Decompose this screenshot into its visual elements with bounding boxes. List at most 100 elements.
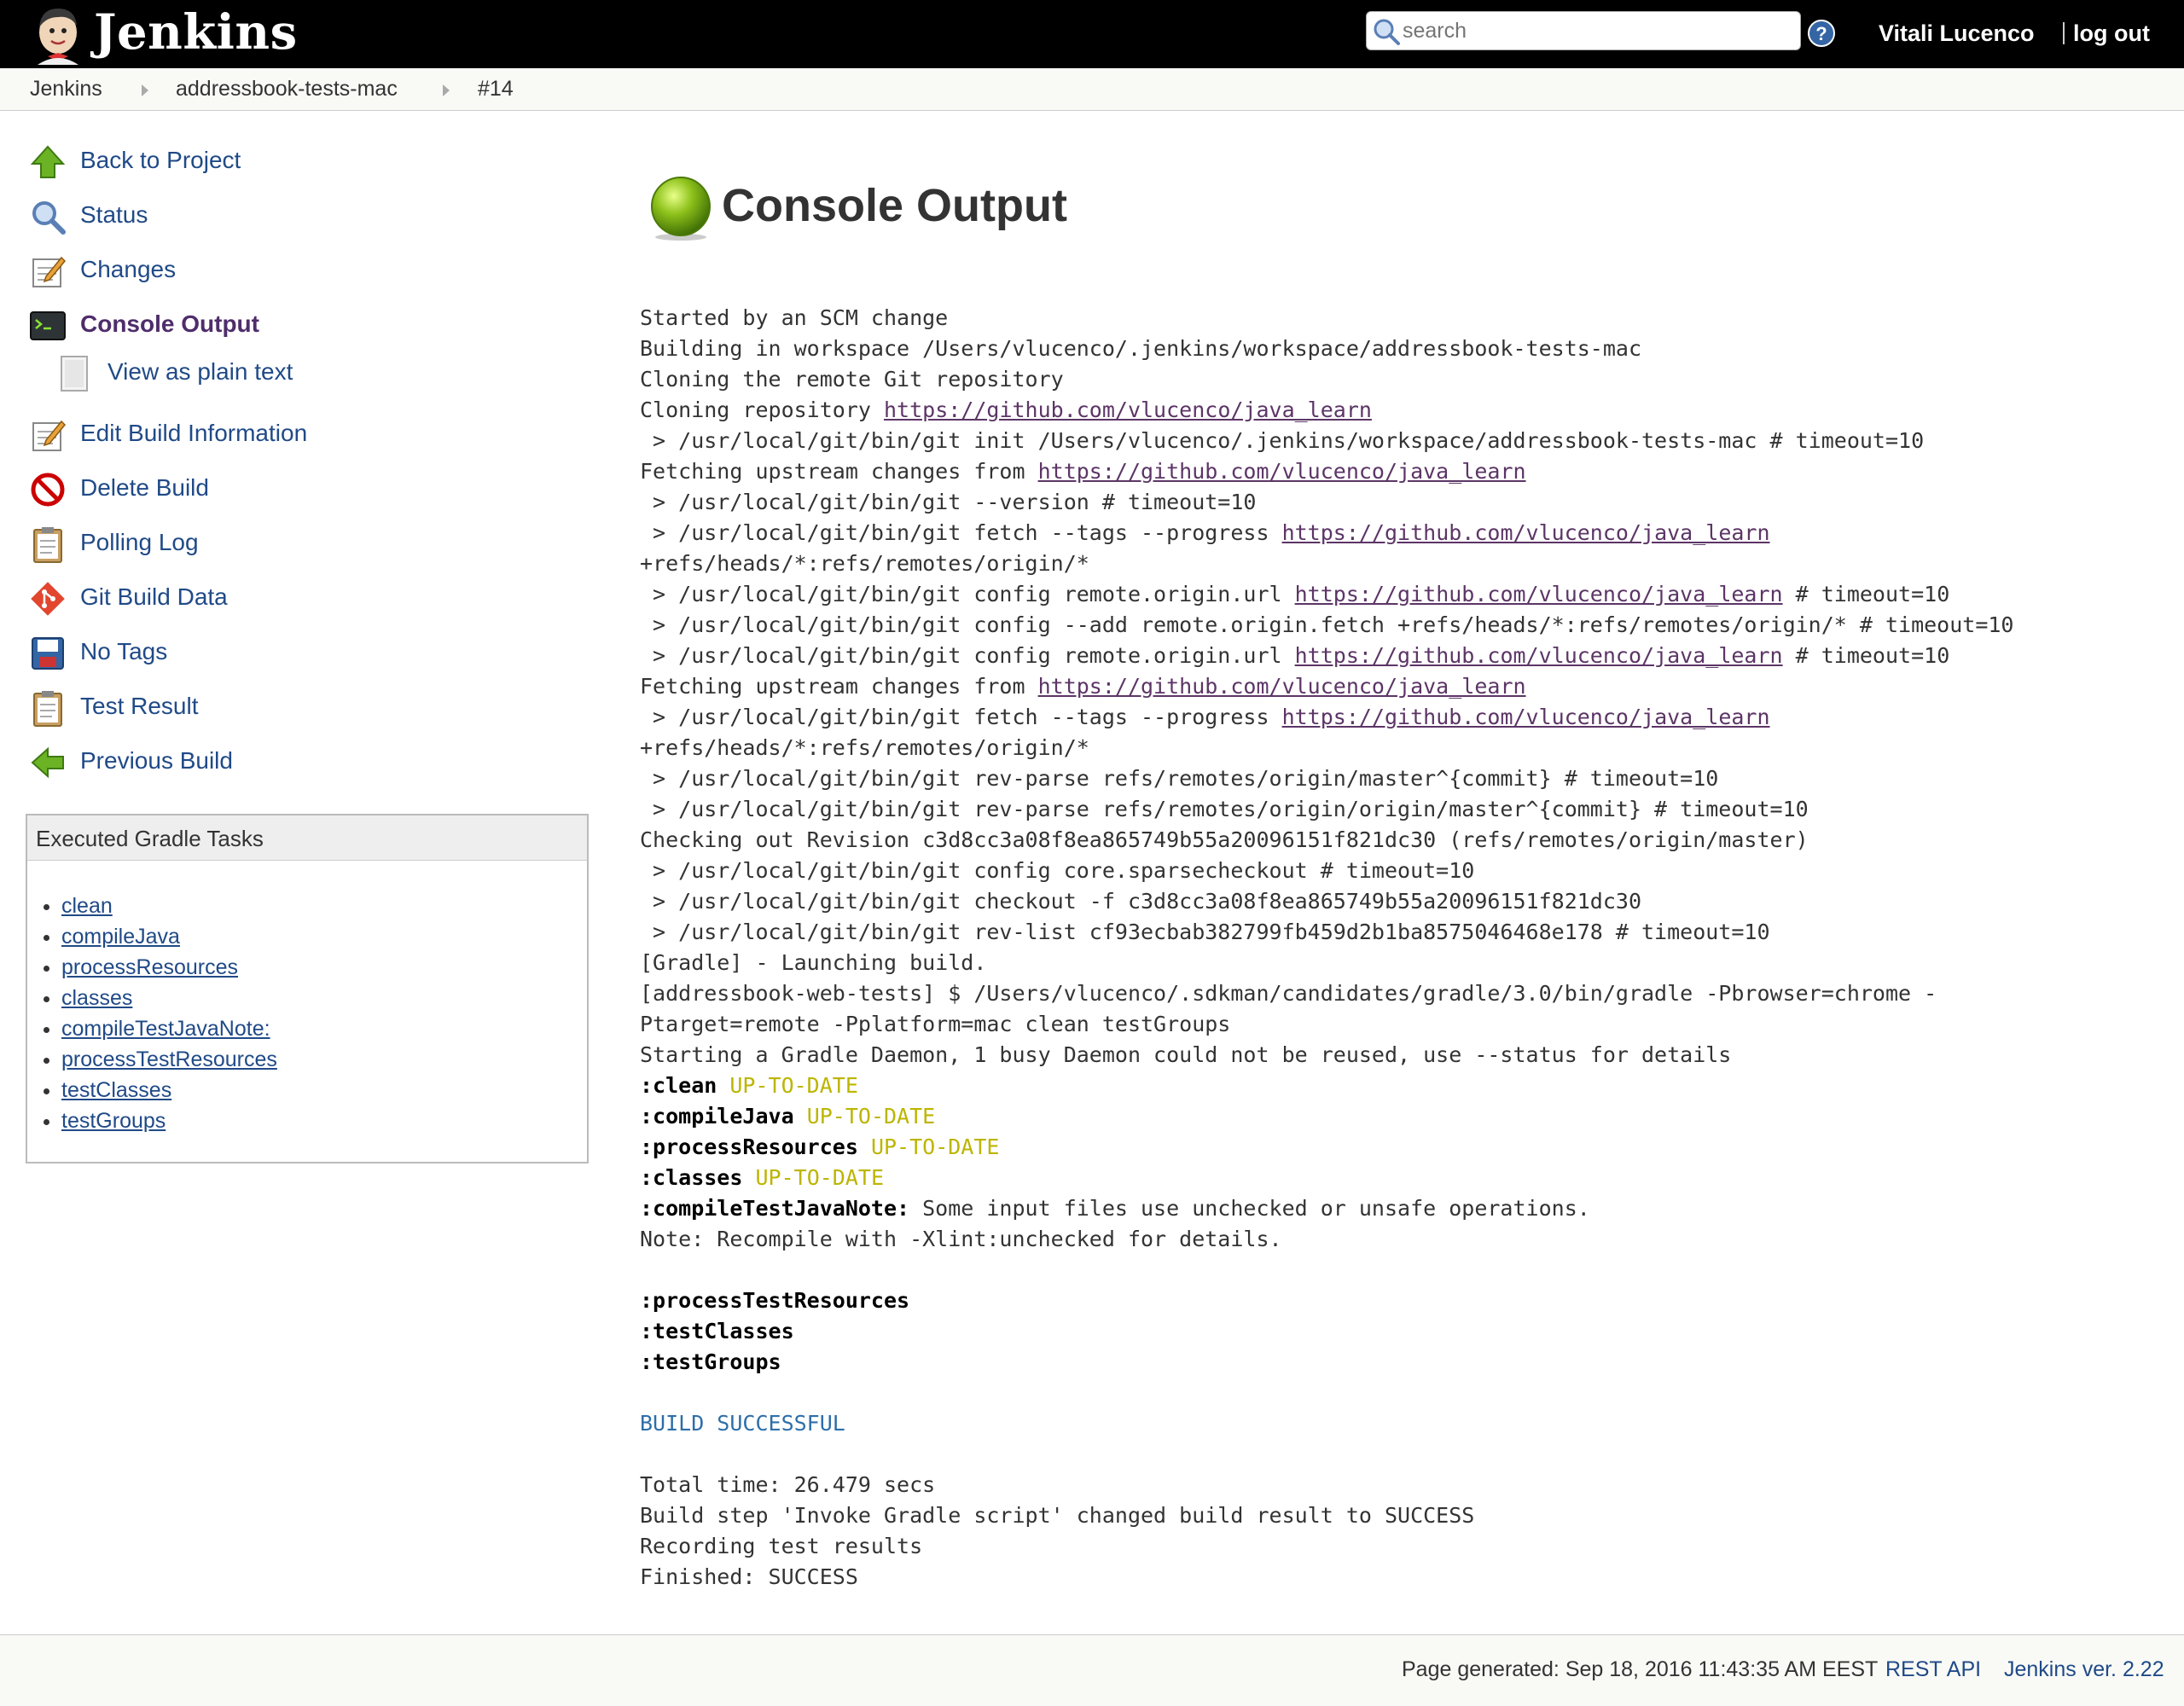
gradle-task-name: :testGroups — [640, 1349, 781, 1374]
console-line: [Gradle] - Launching build. — [640, 950, 987, 975]
repo-link[interactable]: https://github.com/vlucenco/java_learn — [1038, 459, 1526, 484]
task-label[interactable]: Console Output — [80, 310, 259, 338]
repo-link[interactable]: https://github.com/vlucenco/java_learn — [1295, 643, 1783, 668]
search-box[interactable] — [1366, 11, 1801, 50]
console-output: Started by an SCM change Building in wor… — [640, 303, 2158, 1593]
gradle-task-list: clean compileJava processResources class… — [27, 891, 277, 1136]
gradle-task-link[interactable]: compileJava — [61, 925, 180, 949]
breadcrumb-build[interactable]: #14 — [478, 77, 514, 102]
repo-link[interactable]: https://github.com/vlucenco/java_learn — [1282, 705, 1770, 729]
rest-api-link[interactable]: REST API — [1885, 1657, 1981, 1682]
repo-link[interactable]: https://github.com/vlucenco/java_learn — [1038, 674, 1526, 699]
build-successful-label: BUILD SUCCESSFUL — [640, 1411, 845, 1436]
breadcrumb-arrow-icon[interactable] — [443, 84, 450, 96]
console-line: Some input files use unchecked or unsafe… — [909, 1196, 1590, 1221]
gradle-panel-header: Executed Gradle Tasks — [27, 815, 587, 861]
repo-link[interactable]: https://github.com/vlucenco/java_learn — [1295, 582, 1783, 606]
console-line: > /usr/local/git/bin/git config core.spa… — [640, 858, 1475, 883]
up-arrow-icon — [30, 145, 66, 178]
console-line: > /usr/local/git/bin/git checkout -f c3d… — [640, 889, 1641, 914]
user-link[interactable]: Vitali Lucenco — [1879, 20, 2035, 47]
up-to-date-label: UP-TO-DATE — [806, 1104, 936, 1129]
task-label[interactable]: No Tags — [80, 638, 167, 665]
save-icon — [32, 637, 64, 670]
task-label[interactable]: Previous Build — [80, 747, 233, 775]
gradle-task-name: :processResources — [640, 1134, 858, 1159]
breadcrumb-project[interactable]: addressbook-tests-mac — [176, 77, 398, 102]
console-line: > /usr/local/git/bin/git init /Users/vlu… — [640, 428, 1925, 453]
console-line: Starting a Gradle Daemon, 1 busy Daemon … — [640, 1042, 1732, 1067]
console-line: Note: Recompile with -Xlint:unchecked fo… — [640, 1227, 1282, 1251]
list-item: testGroups — [61, 1105, 277, 1136]
no-entry-icon — [31, 473, 65, 507]
jenkins-butler-logo[interactable] — [29, 3, 90, 65]
console-line: +refs/heads/*:refs/remotes/origin/* — [640, 735, 1089, 760]
list-item: compileTestJavaNote: — [61, 1013, 277, 1044]
build-status-ball-icon — [651, 177, 711, 241]
gradle-task-link[interactable]: testGroups — [61, 1109, 166, 1133]
list-item: classes — [61, 983, 277, 1013]
console-line: > /usr/local/git/bin/git rev-list cf93ec… — [640, 920, 1770, 944]
gradle-task-link[interactable]: compileTestJavaNote: — [61, 1017, 270, 1041]
list-item: processResources — [61, 952, 277, 983]
up-to-date-label: UP-TO-DATE — [870, 1134, 1000, 1159]
magnifier-icon — [32, 201, 66, 235]
task-label[interactable]: Status — [80, 201, 148, 229]
list-item: compileJava — [61, 921, 277, 952]
list-item: testClasses — [61, 1075, 277, 1105]
list-item: processTestResources — [61, 1044, 277, 1075]
jenkins-title[interactable]: Jenkins — [94, 2, 298, 63]
gradle-task-link[interactable]: classes — [61, 986, 132, 1010]
logout-link[interactable]: log out — [2073, 20, 2150, 47]
console-line: Building in workspace /Users/vlucenco/.j… — [640, 336, 1641, 361]
search-input[interactable] — [1403, 17, 1778, 44]
gradle-task-link[interactable]: processResources — [61, 955, 238, 979]
console-line: > /usr/local/git/bin/git config remote.o… — [640, 643, 1295, 668]
gradle-task-name: :testClasses — [640, 1319, 794, 1343]
jenkins-version-link[interactable]: Jenkins ver. 2.22 — [2004, 1657, 2164, 1682]
terminal-icon — [30, 311, 66, 340]
gradle-task-link[interactable]: processTestResources — [61, 1047, 277, 1071]
clipboard-icon — [33, 691, 62, 727]
console-line: Started by an SCM change — [640, 305, 949, 330]
task-label[interactable]: Delete Build — [80, 474, 209, 502]
console-line: > /usr/local/git/bin/git config remote.o… — [640, 582, 1295, 606]
console-line: > /usr/local/git/bin/git rev-parse refs/… — [640, 797, 1809, 821]
task-label[interactable]: Git Build Data — [80, 583, 228, 611]
console-line: > /usr/local/git/bin/git fetch --tags --… — [640, 520, 1282, 545]
help-icon[interactable]: ? — [1807, 19, 1836, 48]
gradle-task-name: :compileJava — [640, 1104, 794, 1129]
gradle-task-link[interactable]: testClasses — [61, 1078, 171, 1102]
console-line: Ptarget=remote -Pplatform=mac clean test… — [640, 1012, 1231, 1036]
task-label[interactable]: Edit Build Information — [80, 420, 307, 447]
repo-link[interactable]: https://github.com/vlucenco/java_learn — [884, 397, 1372, 422]
logout-separator — [2063, 22, 2065, 44]
breadcrumb-arrow-icon[interactable] — [142, 84, 148, 96]
gradle-task-name: :clean — [640, 1073, 717, 1098]
task-label[interactable]: View as plain text — [107, 358, 293, 386]
console-line: +refs/heads/*:refs/remotes/origin/* — [640, 551, 1089, 576]
header: Jenkins ? Vitali Lucenco log out — [0, 0, 2184, 68]
console-line: Finished: SUCCESS — [640, 1564, 858, 1589]
console-line: > /usr/local/git/bin/git config --add re… — [640, 612, 2014, 637]
breadcrumb: Jenkins addressbook-tests-mac #14 — [0, 68, 2184, 111]
console-line: # timeout=10 — [1782, 643, 1950, 668]
console-line: Checking out Revision c3d8cc3a08f8ea8657… — [640, 827, 1809, 852]
task-label[interactable]: Back to Project — [80, 147, 241, 174]
list-item: clean — [61, 891, 277, 921]
breadcrumb-jenkins[interactable]: Jenkins — [30, 77, 102, 102]
task-label[interactable]: Polling Log — [80, 529, 199, 556]
page-generated-text: Page generated: Sep 18, 2016 11:43:35 AM… — [1402, 1657, 1879, 1681]
repo-link[interactable]: https://github.com/vlucenco/java_learn — [1282, 520, 1770, 545]
task-label[interactable]: Test Result — [80, 693, 199, 720]
document-icon — [61, 356, 88, 392]
console-line: Cloning the remote Git repository — [640, 367, 1064, 392]
console-line: Recording test results — [640, 1534, 923, 1558]
task-label[interactable]: Changes — [80, 256, 176, 283]
gradle-task-link[interactable]: clean — [61, 894, 113, 918]
console-line: Total time: 26.479 secs — [640, 1472, 936, 1497]
gradle-task-name: :processTestResources — [640, 1288, 910, 1313]
console-line: Fetching upstream changes from — [640, 459, 1038, 484]
up-to-date-label: UP-TO-DATE — [755, 1165, 884, 1190]
console-line: Fetching upstream changes from — [640, 674, 1038, 699]
